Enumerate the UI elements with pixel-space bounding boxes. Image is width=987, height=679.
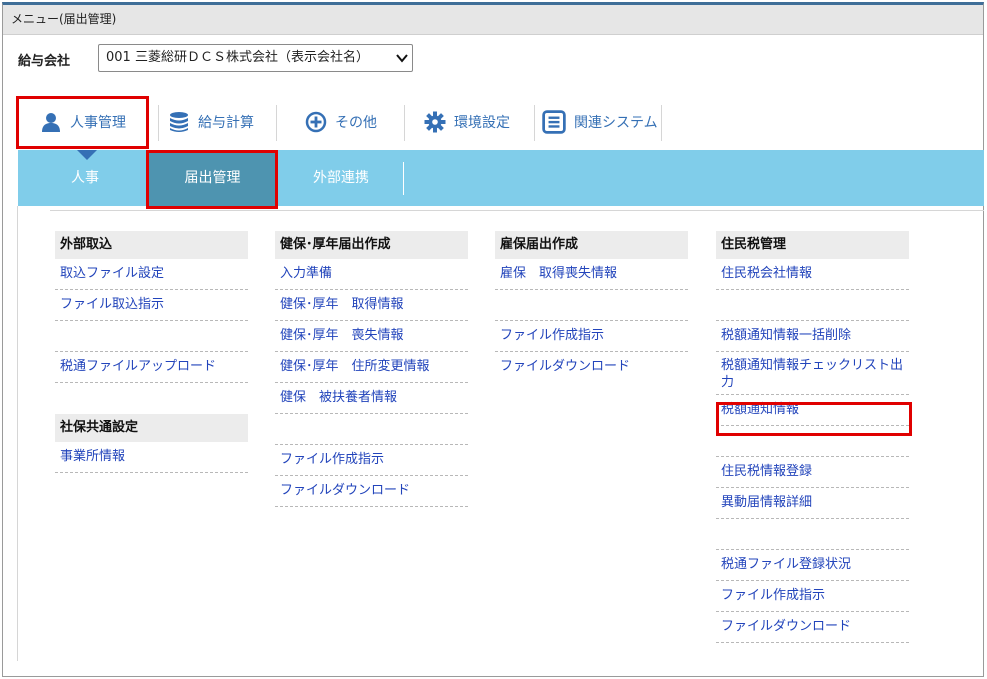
tab-divider bbox=[403, 162, 404, 195]
section-header: 社保共通設定 bbox=[55, 414, 248, 442]
highlight-box bbox=[146, 150, 278, 209]
menu-column-kenpo: 健保･厚年届出作成 入力準備 健保･厚年 取得情報 健保･厚年 喪失情報 健保･… bbox=[275, 231, 468, 507]
nav-divider bbox=[534, 105, 535, 141]
menu-blank bbox=[275, 414, 468, 445]
menu-link[interactable]: 税額通知情報チェックリスト出力 bbox=[716, 352, 909, 395]
menu-link[interactable]: 税通ファイル登録状況 bbox=[716, 550, 909, 581]
menu-column-gaibu: 外部取込 取込ファイル設定 ファイル取込指示 税通ファイルアップロード 社保共通… bbox=[55, 231, 248, 473]
section-header: 外部取込 bbox=[55, 231, 248, 259]
menu-link[interactable]: ファイル取込指示 bbox=[55, 290, 248, 321]
top-nav-sonota[interactable]: その他 bbox=[305, 97, 377, 147]
tab-label: 外部連携 bbox=[313, 170, 369, 186]
menu-link[interactable]: 税額通知情報一括削除 bbox=[716, 321, 909, 352]
menu-link[interactable]: 住民税情報登録 bbox=[716, 457, 909, 488]
active-indicator bbox=[77, 150, 97, 160]
company-label: 給与会社 bbox=[18, 54, 71, 69]
menu-blank bbox=[55, 321, 248, 352]
company-select-value: 001 三菱総研ＤＣＳ株式会社（表示会社名） bbox=[106, 50, 369, 65]
menu-column-koho: 雇保届出作成 雇保 取得喪失情報 ファイル作成指示 ファイルダウンロード bbox=[495, 231, 688, 382]
menu-column-jumin: 住民税管理 住民税会社情報 税額通知情報一括削除 税額通知情報チェックリスト出力… bbox=[716, 231, 909, 643]
menu-link[interactable]: 健保 被扶養者情報 bbox=[275, 383, 468, 414]
section-header: 住民税管理 bbox=[716, 231, 909, 259]
tab-label: 人事 bbox=[71, 170, 99, 186]
nav-divider bbox=[661, 105, 662, 141]
menu-link[interactable]: 雇保 取得喪失情報 bbox=[495, 259, 688, 290]
menu-link[interactable]: ファイル作成指示 bbox=[275, 445, 468, 476]
top-nav-kanren[interactable]: 関連システム bbox=[542, 97, 658, 147]
menu-link[interactable]: ファイル作成指示 bbox=[495, 321, 688, 352]
top-nav: 人事管理 給与計算 その他 環境設定 関連システム bbox=[16, 96, 676, 149]
menu-link[interactable]: 健保･厚年 喪失情報 bbox=[275, 321, 468, 352]
menu-link[interactable]: 事業所情報 bbox=[55, 442, 248, 473]
content-border bbox=[17, 206, 18, 661]
nav-divider bbox=[276, 105, 277, 141]
menu-link[interactable]: 健保･厚年 取得情報 bbox=[275, 290, 468, 321]
menu-link[interactable]: 住民税会社情報 bbox=[716, 259, 909, 290]
content-divider bbox=[50, 210, 984, 211]
nav-divider bbox=[158, 105, 159, 141]
menu-link[interactable]: 取込ファイル設定 bbox=[55, 259, 248, 290]
menu-link[interactable]: 入力準備 bbox=[275, 259, 468, 290]
menu-link[interactable]: ファイルダウンロード bbox=[495, 352, 688, 382]
chevron-down-icon bbox=[396, 54, 408, 63]
plus-circle-icon bbox=[305, 111, 327, 133]
menu-link[interactable]: 税通ファイルアップロード bbox=[55, 352, 248, 383]
top-nav-kyuyo[interactable]: 給与計算 bbox=[168, 97, 254, 147]
list-icon bbox=[542, 110, 566, 134]
highlight-box bbox=[716, 402, 912, 436]
highlight-box bbox=[16, 96, 149, 149]
menu-blank bbox=[495, 290, 688, 321]
menu-link[interactable]: ファイル作成指示 bbox=[716, 581, 909, 612]
company-select[interactable]: 001 三菱総研ＤＣＳ株式会社（表示会社名） bbox=[98, 44, 413, 72]
menu-blank bbox=[716, 290, 909, 321]
menu-link[interactable]: ファイルダウンロード bbox=[716, 612, 909, 643]
top-nav-label: 関連システム bbox=[574, 115, 658, 131]
window-title: メニュー(届出管理) bbox=[3, 5, 983, 35]
top-nav-label: 環境設定 bbox=[454, 115, 510, 131]
menu-link[interactable]: 健保･厚年 住所変更情報 bbox=[275, 352, 468, 383]
section-header: 健保･厚年届出作成 bbox=[275, 231, 468, 259]
top-nav-label: その他 bbox=[335, 115, 377, 131]
database-icon bbox=[170, 112, 188, 132]
menu-blank bbox=[716, 519, 909, 550]
top-nav-kankyo[interactable]: 環境設定 bbox=[424, 97, 510, 147]
menu-link[interactable]: 異動届情報詳細 bbox=[716, 488, 909, 519]
section-header: 雇保届出作成 bbox=[495, 231, 688, 259]
top-nav-label: 給与計算 bbox=[198, 115, 254, 131]
gear-icon bbox=[424, 111, 446, 133]
tab-gaibu-renkei[interactable]: 外部連携 bbox=[286, 150, 396, 206]
menu-link[interactable]: ファイルダウンロード bbox=[275, 476, 468, 507]
nav-divider bbox=[404, 105, 405, 141]
